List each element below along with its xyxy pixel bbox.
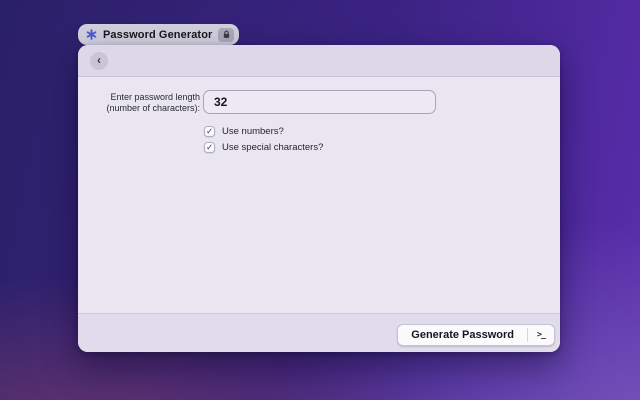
generate-password-label: Generate Password: [398, 325, 527, 345]
lock-icon: [218, 28, 234, 42]
back-button[interactable]: ‹: [90, 52, 108, 70]
window-footer: Generate Password >_: [78, 313, 560, 352]
app-tab[interactable]: Password Generator: [78, 24, 239, 45]
use-special-characters-row[interactable]: ✓ Use special characters?: [204, 142, 323, 153]
use-numbers-label: Use numbers?: [222, 126, 284, 137]
app-tab-title: Password Generator: [103, 29, 212, 41]
password-length-label: Enter password length (number of charact…: [98, 92, 200, 114]
asterisk-app-icon: [86, 29, 97, 40]
use-numbers-checkbox[interactable]: ✓: [204, 126, 215, 137]
back-chevron-icon: ‹: [97, 54, 101, 66]
generate-password-button[interactable]: Generate Password >_: [397, 324, 555, 346]
use-numbers-row[interactable]: ✓ Use numbers?: [204, 126, 284, 137]
use-special-characters-checkbox[interactable]: ✓: [204, 142, 215, 153]
use-special-characters-label: Use special characters?: [222, 142, 323, 153]
checkmark-icon: ✓: [206, 127, 213, 136]
window-body: Enter password length (number of charact…: [78, 78, 560, 313]
window-header: ‹: [78, 45, 560, 77]
checkmark-icon: ✓: [206, 143, 213, 152]
password-length-input[interactable]: [203, 90, 436, 114]
password-generator-window: ‹ Enter password length (number of chara…: [78, 45, 560, 352]
terminal-prompt-icon: >_: [528, 325, 554, 345]
